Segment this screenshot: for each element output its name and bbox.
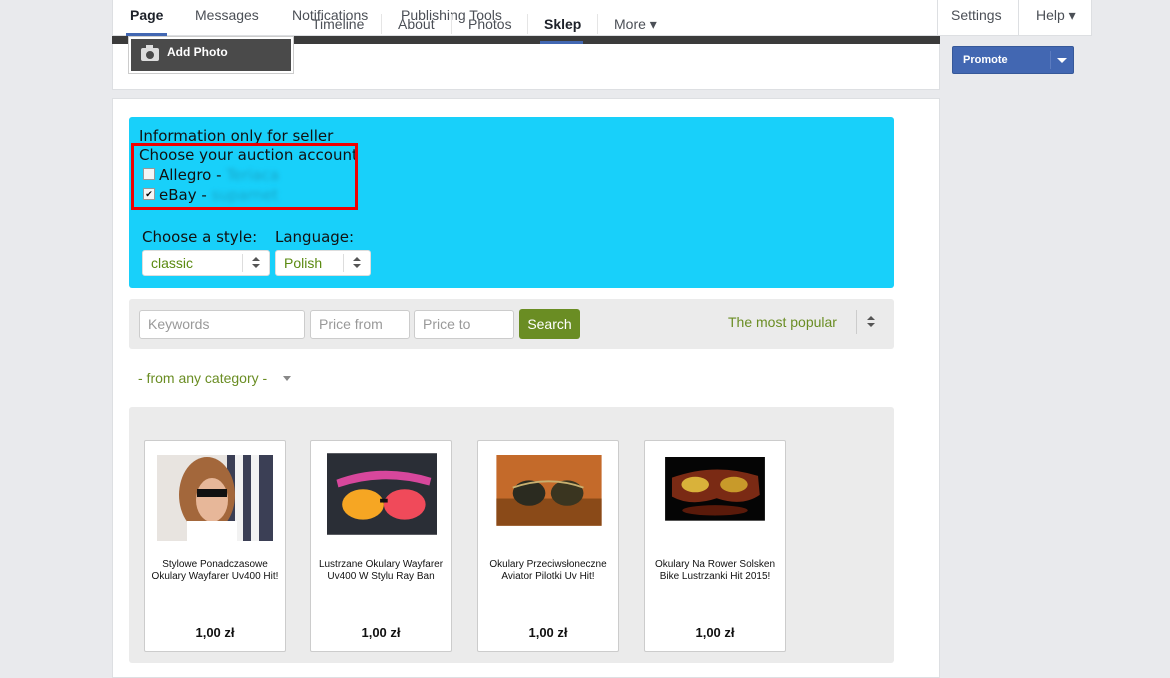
tab-page[interactable]: Page (126, 0, 168, 36)
keywords-input[interactable]: Keywords (139, 310, 305, 339)
style-label: Choose a style: (142, 228, 258, 246)
tab-sklep[interactable]: Sklep (544, 16, 581, 32)
product-price: 1,00 zł (695, 625, 735, 640)
language-select-value: Polish (284, 255, 323, 271)
price-to-input[interactable]: Price to (414, 310, 514, 339)
highlight-box (131, 143, 358, 210)
product-card[interactable]: Okulary Na Rower Solsken Bike Lustrzanki… (644, 440, 786, 652)
top-nav-bar (112, 0, 1092, 36)
tab-photos[interactable]: Photos (468, 16, 512, 32)
tab-messages[interactable]: Messages (195, 0, 259, 36)
tab-about[interactable]: About (398, 16, 435, 32)
promote-label: Promote (963, 54, 1008, 66)
active-tab-indicator (540, 41, 583, 44)
subnav-divider (527, 14, 528, 34)
product-price: 1,00 zł (195, 625, 235, 640)
style-select-value: classic (151, 255, 194, 271)
add-photo-button[interactable]: Add Photo (128, 36, 294, 74)
sort-arrows-icon[interactable] (856, 310, 885, 334)
promote-button[interactable]: Promote (952, 46, 1074, 74)
chevron-down-icon[interactable] (1057, 58, 1067, 63)
product-image[interactable] (657, 457, 773, 531)
tab-more[interactable]: More ▾ (614, 16, 657, 33)
add-photo-label: Add Photo (167, 45, 228, 59)
product-name[interactable]: Okulary Przeciwsłoneczne Aviator Pilotki… (482, 559, 614, 583)
sort-arrows-icon (343, 254, 370, 272)
product-image[interactable] (327, 451, 437, 537)
product-name[interactable]: Okulary Na Rower Solsken Bike Lustrzanki… (649, 559, 781, 583)
product-price: 1,00 zł (528, 625, 568, 640)
product-name[interactable]: Lustrzane Okulary Wayfarer Uv400 W Stylu… (315, 559, 447, 583)
language-select[interactable]: Polish (275, 250, 371, 276)
product-card[interactable]: Lustrzane Okulary Wayfarer Uv400 W Stylu… (310, 440, 452, 652)
product-image[interactable] (491, 455, 607, 533)
subnav-divider (597, 14, 598, 34)
camera-icon (141, 45, 159, 61)
product-image[interactable] (157, 455, 273, 541)
product-card[interactable]: Okulary Przeciwsłoneczne Aviator Pilotki… (477, 440, 619, 652)
category-select[interactable]: - from any category - (138, 370, 267, 386)
style-select[interactable]: classic (142, 250, 270, 276)
nav-divider (937, 0, 938, 36)
product-card[interactable]: Stylowe Ponadczasowe Okulary Wayfarer Uv… (144, 440, 286, 652)
product-price: 1,00 zł (361, 625, 401, 640)
settings-link[interactable]: Settings (951, 0, 1002, 36)
price-from-input[interactable]: Price from (310, 310, 410, 339)
help-menu[interactable]: Help ▾ (1036, 0, 1076, 36)
chevron-down-icon[interactable] (283, 376, 291, 381)
subnav-divider (381, 14, 382, 34)
sort-arrows-icon (242, 254, 269, 272)
promote-divider (1050, 51, 1051, 69)
language-label: Language: (275, 228, 355, 246)
tab-timeline[interactable]: Timeline (312, 16, 364, 32)
subnav-divider (451, 14, 452, 34)
search-button[interactable]: Search (519, 309, 580, 339)
nav-divider (1018, 0, 1019, 36)
sort-select[interactable]: The most popular (728, 314, 837, 330)
product-name[interactable]: Stylowe Ponadczasowe Okulary Wayfarer Uv… (149, 559, 281, 583)
